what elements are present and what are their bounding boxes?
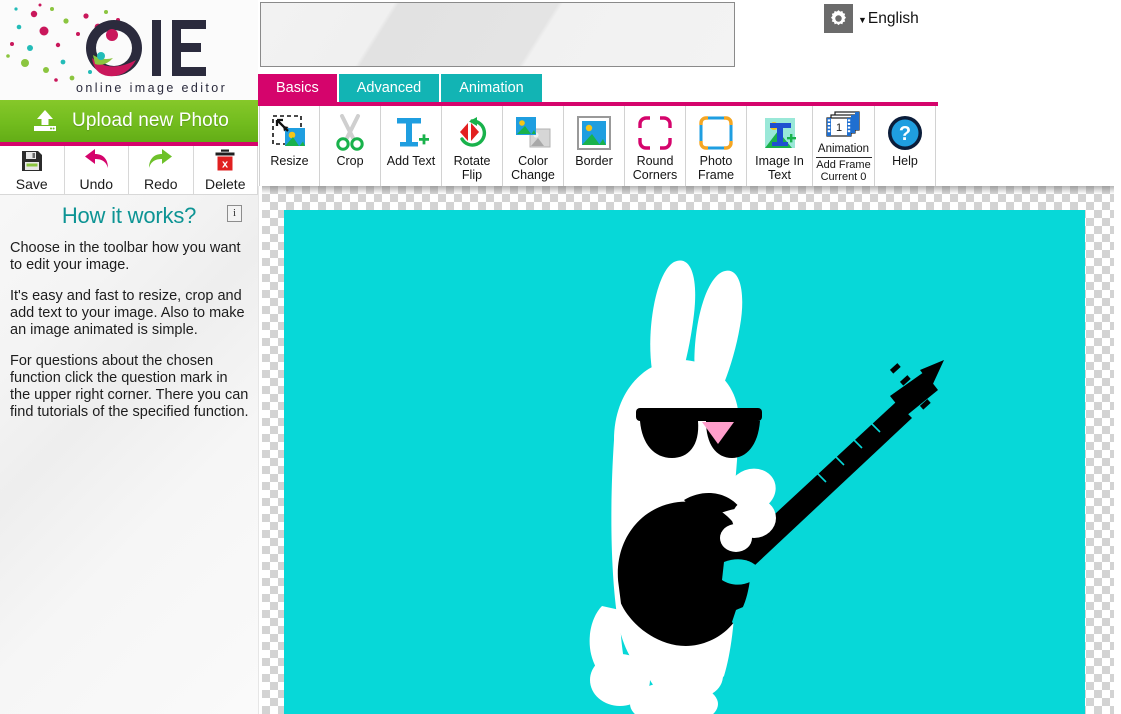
rotate-flip-icon	[454, 111, 490, 155]
border-icon	[576, 111, 612, 155]
upload-button-label: Upload new Photo	[72, 110, 229, 131]
floppy-disk-icon	[20, 148, 44, 174]
tab-animation-label: Animation	[459, 80, 524, 96]
redo-arrow-icon	[147, 148, 175, 174]
tab-animation[interactable]: Animation	[441, 74, 542, 102]
redo-button-label: Redo	[144, 176, 178, 192]
language-selector[interactable]: ▼ English	[858, 10, 919, 28]
tool-color-change-line1: Color	[518, 154, 548, 168]
chevron-down-icon: ▼	[858, 14, 867, 25]
save-button-label: Save	[15, 176, 48, 192]
round-corners-icon	[637, 111, 673, 155]
add-frame-line1: Add Frame	[816, 159, 871, 171]
animation-label: Animation	[817, 143, 870, 155]
undo-button[interactable]: Undo	[64, 146, 129, 195]
delete-button-label: Delete	[205, 176, 246, 192]
tool-add-text[interactable]: Add Text	[381, 106, 442, 186]
tool-bar: Resize Crop Add Text Rotate Flip Color C…	[259, 106, 936, 186]
tool-help[interactable]: ? Help	[875, 106, 936, 186]
tool-photo-frame-line1: Photo	[699, 154, 733, 168]
undo-button-label: Undo	[79, 176, 113, 192]
tool-round-corners-line2: Corners	[632, 167, 678, 182]
tool-image-in-text-label: Image In Text	[747, 154, 812, 182]
how-it-works-text: Choose in the toolbar how you want to ed…	[10, 240, 250, 435]
logo-icon: online image editor	[6, 3, 227, 95]
tool-photo-frame-line2: Frame	[697, 167, 735, 182]
tool-crop[interactable]: Crop	[320, 106, 381, 186]
tool-border[interactable]: Border	[564, 106, 625, 186]
tool-photo-frame-label: Photo Frame	[686, 154, 746, 182]
save-button[interactable]: Save	[0, 146, 65, 195]
main-panel: ▼ English Basics Advanced Animation Resi…	[258, 0, 1121, 714]
tool-rotate-flip-label: Rotate Flip	[442, 154, 502, 182]
tool-crop-label: Crop	[336, 154, 364, 168]
svg-text:online image editor: online image editor	[76, 81, 227, 95]
how-it-works-title: How it works?	[61, 203, 197, 228]
canvas-transparency-area[interactable]	[262, 186, 1114, 714]
film-frames-icon: 1	[821, 109, 867, 143]
help-question-icon: ?	[885, 111, 925, 155]
how-it-works-paragraph: For questions about the chosen function …	[10, 353, 249, 420]
gear-icon[interactable]	[824, 4, 853, 33]
tab-basics-label: Basics	[276, 80, 319, 96]
how-it-works-header: How it works? i	[0, 198, 258, 234]
image-canvas[interactable]	[284, 210, 1085, 714]
tool-rotate-flip[interactable]: Rotate Flip	[442, 106, 503, 186]
tool-help-label: Help	[892, 154, 918, 168]
tool-round-corners-label: Round Corners	[625, 154, 685, 182]
language-label: English	[867, 10, 919, 27]
delete-button[interactable]: x Delete	[193, 146, 258, 195]
rabbit-guitarist-artwork	[284, 210, 1085, 714]
frame-number: 1	[835, 122, 841, 134]
canvas-top-shade	[262, 186, 1114, 194]
tab-advanced-label: Advanced	[356, 80, 422, 96]
tool-round-corners[interactable]: Round Corners	[625, 106, 686, 186]
tool-color-change-line2: Change	[511, 167, 555, 182]
scissors-icon	[333, 111, 367, 155]
ad-banner-placeholder	[260, 2, 735, 67]
photo-frame-icon	[698, 111, 734, 155]
tab-advanced[interactable]: Advanced	[338, 74, 440, 102]
how-it-works-paragraph: Choose in the toolbar how you want to ed…	[10, 240, 241, 273]
tab-basics[interactable]: Basics	[258, 74, 337, 102]
column-divider	[258, 186, 259, 714]
upload-icon	[34, 110, 56, 131]
tool-image-in-text[interactable]: Image In Text	[747, 106, 813, 186]
resize-icon	[271, 111, 309, 155]
undo-arrow-icon	[82, 148, 110, 174]
tool-photo-frame[interactable]: Photo Frame	[686, 106, 747, 186]
add-text-icon	[393, 111, 429, 155]
tool-resize-label: Resize	[270, 154, 309, 168]
brand-logo[interactable]: online image editor	[0, 0, 258, 100]
svg-text:x: x	[222, 159, 229, 171]
tool-resize[interactable]: Resize	[259, 106, 320, 186]
color-change-icon	[514, 111, 552, 155]
divider	[815, 157, 872, 158]
tool-animation-add-frame[interactable]: 1 Animation Add Frame Current 0	[813, 106, 875, 186]
tool-color-change-label: Color Change	[503, 154, 563, 182]
add-frame-line2: Current 0	[820, 171, 867, 183]
tool-round-corners-line1: Round	[636, 154, 674, 168]
tool-color-change[interactable]: Color Change	[503, 106, 564, 186]
action-buttons-row: Save Undo Redo x Delete	[0, 146, 258, 195]
sidebar: online image editor Upload new Photo Sav…	[0, 0, 258, 714]
tool-add-text-label: Add Text	[386, 154, 436, 168]
tool-rotate-flip-line1: Rotate	[453, 154, 491, 168]
upload-new-photo-button[interactable]: Upload new Photo	[0, 100, 258, 142]
trash-can-icon: x	[214, 148, 236, 174]
app-root: online image editor Upload new Photo Sav…	[0, 0, 1121, 714]
tool-rotate-flip-line2: Flip	[461, 167, 483, 182]
how-it-works-paragraph: It's easy and fast to resize, crop and a…	[10, 288, 245, 338]
redo-button[interactable]: Redo	[129, 146, 194, 195]
info-icon[interactable]: i	[227, 205, 242, 222]
tool-border-label: Border	[575, 154, 613, 168]
tool-image-in-text-line2: Text	[768, 167, 791, 182]
tool-image-in-text-line1: Image In	[755, 154, 804, 168]
svg-text:?: ?	[899, 123, 911, 145]
image-in-text-icon	[762, 111, 798, 155]
tab-bar: Basics Advanced Animation	[258, 74, 544, 102]
